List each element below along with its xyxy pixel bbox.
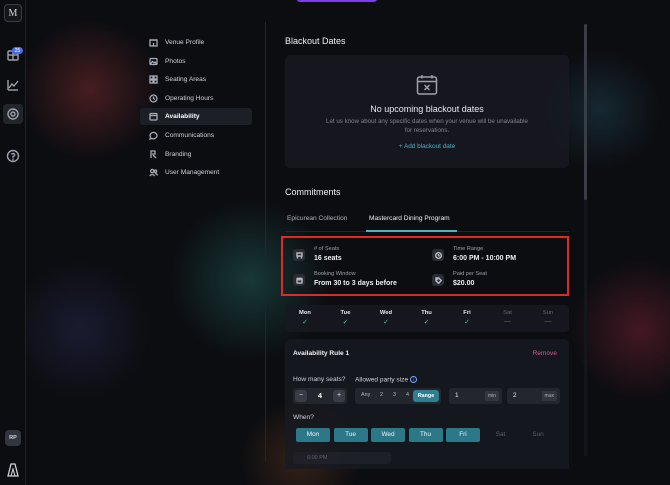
weekday-toggle-thu[interactable]: Thu <box>408 428 443 442</box>
nav-item-availability[interactable]: Availability <box>140 108 252 126</box>
party-size-selector: Any 2 3 4 Range <box>355 388 441 404</box>
add-blackout-date-link[interactable]: + Add blackout date <box>285 143 569 150</box>
blackout-empty-title: No upcoming blackout dates <box>370 104 484 114</box>
dash-icon: — <box>504 318 511 325</box>
nav-item-seating-areas[interactable]: Seating Areas <box>140 71 252 88</box>
day-thu: Thu ✓ <box>407 310 447 326</box>
increment-button[interactable]: + <box>333 390 345 402</box>
nav-label: User Management <box>165 169 220 177</box>
party-min-input[interactable]: 1 min <box>449 388 502 404</box>
commitments-tabs: Epicurean Collection Mastercard Dining P… <box>285 206 569 232</box>
calendar-x-icon <box>415 73 439 97</box>
check-icon: ✓ <box>423 319 430 326</box>
day-wed: Wed ✓ <box>366 310 406 326</box>
party-option-range[interactable]: Range <box>413 390 439 402</box>
party-option-4[interactable]: 4 <box>406 392 409 398</box>
chart-icon[interactable] <box>6 78 20 92</box>
party-size-question: Allowed party size i <box>355 376 418 383</box>
nav-label: Availability <box>165 113 200 121</box>
info-icon[interactable]: i <box>410 376 418 383</box>
seats-question: How many seats? <box>293 376 346 383</box>
nav-label: Venue Profile <box>165 39 205 46</box>
rule-title: Availability Rule 1 <box>293 350 350 357</box>
nav-item-branding[interactable]: Branding <box>140 146 252 163</box>
min-unit: min <box>484 391 499 401</box>
check-icon: ✓ <box>342 319 349 326</box>
photo-icon <box>149 57 158 65</box>
time-start-select[interactable]: 6:00 PM <box>293 452 391 464</box>
nav-item-venue-profile[interactable]: Venue Profile <box>140 34 252 51</box>
notification-badge: 25 <box>12 47 23 54</box>
avatar[interactable]: RP <box>5 430 21 446</box>
active-tab-underline <box>366 230 457 232</box>
app-logo[interactable]: M <box>4 4 22 22</box>
seating-icon <box>149 75 158 84</box>
day-sun: Sun — <box>528 310 568 325</box>
when-label: When? <box>293 414 314 421</box>
blackout-empty-card: No upcoming blackout dates Let us know a… <box>285 55 569 168</box>
app-rail: M 25 RP <box>0 0 26 485</box>
check-icon: ✓ <box>302 319 308 326</box>
check-icon: ✓ <box>383 319 389 326</box>
clock-icon <box>149 94 158 103</box>
nav-label: Branding <box>165 150 192 158</box>
tab-epicurean-collection[interactable]: Epicurean Collection <box>287 215 347 222</box>
nav-item-photos[interactable]: Photos <box>140 53 252 70</box>
weekday-toggle-tue[interactable]: Tue <box>333 428 368 442</box>
highlight-box <box>281 236 569 296</box>
calendar-icon <box>149 113 158 122</box>
gear-icon[interactable] <box>3 104 23 124</box>
availability-rule-card: Availability Rule 1 Remove How many seat… <box>285 339 569 469</box>
party-option-any[interactable]: Any <box>361 392 370 398</box>
commitments-title: Commitments <box>285 187 341 197</box>
day-tue: Tue ✓ <box>326 310 366 326</box>
users-icon <box>149 168 158 177</box>
top-pill-indicator <box>297 0 377 2</box>
nav-label: Photos <box>165 57 186 65</box>
scrollbar-thumb[interactable] <box>584 24 587 200</box>
weekday-toggle-mon[interactable]: Mon <box>296 428 330 442</box>
weekday-toggle-sat[interactable]: Sat <box>484 428 518 442</box>
nav-item-communications[interactable]: Communications <box>140 127 252 144</box>
nav-label: Communications <box>165 131 215 139</box>
day-fri: Fri ✓ <box>447 310 487 326</box>
nav-item-user-management[interactable]: User Management <box>140 164 252 181</box>
commitment-days: Mon ✓ Tue ✓ Wed ✓ Thu ✓ Fri ✓ Sat — Sun — <box>285 305 569 332</box>
help-icon[interactable] <box>6 149 20 163</box>
weekday-toggle-fri[interactable]: Fri <box>446 428 480 442</box>
nav-label: Seating Areas <box>165 76 207 84</box>
nav-label: Operating Hours <box>165 94 214 102</box>
divider <box>265 22 266 462</box>
remove-rule-button[interactable]: Remove <box>532 350 557 357</box>
blackout-title: Blackout Dates <box>285 36 346 46</box>
chat-icon <box>149 131 158 140</box>
brush-icon <box>150 149 157 159</box>
blackout-empty-description: Let us know about any specific dates whe… <box>326 118 528 134</box>
party-option-3[interactable]: 3 <box>393 392 396 398</box>
party-option-2[interactable]: 2 <box>380 392 383 398</box>
max-unit: max <box>541 391 557 401</box>
building-icon <box>149 39 158 47</box>
day-mon: Mon ✓ <box>285 310 325 326</box>
day-sat: Sat — <box>488 310 528 325</box>
seats-stepper: − 4 + <box>293 388 347 404</box>
weekday-toggle-sun[interactable]: Sun <box>521 428 555 442</box>
check-icon: ✓ <box>464 319 470 326</box>
settings-nav: Venue Profile Photos Seating Areas Opera… <box>140 34 252 183</box>
party-max-input[interactable]: 2 max <box>507 388 560 404</box>
nav-item-operating-hours[interactable]: Operating Hours <box>140 90 252 107</box>
weekday-toggle-wed[interactable]: Wed <box>371 428 405 442</box>
brand-logo-icon <box>7 463 19 477</box>
tab-mastercard-dining-program[interactable]: Mastercard Dining Program <box>369 215 450 222</box>
dash-icon: — <box>544 318 552 325</box>
